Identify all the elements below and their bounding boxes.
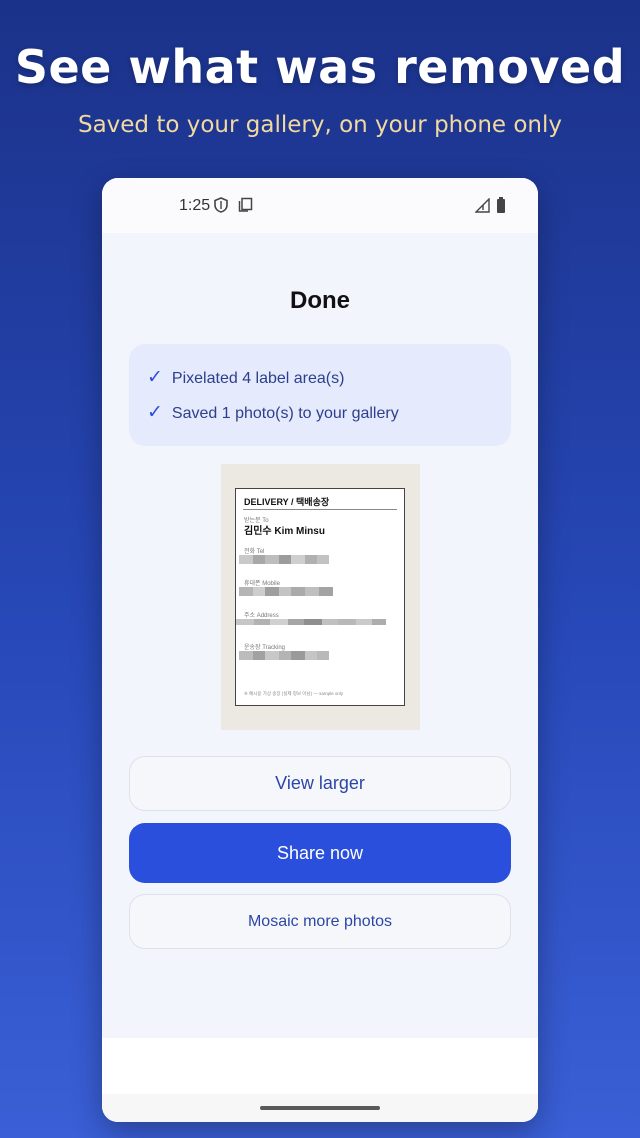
phone-frame: 1:25 Done ✓ Pixelated 4 label area(s) ✓ …: [102, 178, 538, 1122]
label-footer: ※ 예시용 가상 송장 (실제 정보 아님) — sample only: [244, 691, 344, 696]
shield-icon: [214, 197, 228, 218]
check-icon: ✓: [147, 367, 163, 388]
delivery-label: DELIVERY / 택배송장 받는분 To 김민수 Kim Minsu 전화 …: [235, 488, 405, 706]
field-label-address: 주소 Address: [244, 613, 279, 619]
status-time: 1:25: [179, 197, 211, 214]
recipient-name: 김민수 Kim Minsu: [244, 526, 325, 537]
promo-headline: See what was removed: [14, 40, 626, 94]
promo-subline: Saved to your gallery, on your phone onl…: [77, 112, 563, 138]
pixelated-area: [239, 555, 329, 564]
status-bar: 1:25: [102, 178, 538, 233]
summary-card: ✓ Pixelated 4 label area(s) ✓ Saved 1 phot…: [129, 344, 511, 446]
copy-icon: [238, 197, 253, 217]
pixelated-area: [239, 587, 333, 596]
result-preview-image[interactable]: DELIVERY / 택배송장 받는분 To 김민수 Kim Minsu 전화 …: [221, 464, 420, 730]
field-label-tracking: 운송장 Tracking: [244, 645, 286, 651]
home-gesture-handle[interactable]: [260, 1106, 380, 1110]
page-title: Done: [290, 287, 350, 314]
pixelated-area: [236, 619, 386, 625]
label-header: DELIVERY / 택배송장: [244, 497, 330, 507]
summary-item: ✓ Pixelated 4 label area(s): [147, 367, 345, 388]
mosaic-more-photos-button[interactable]: Mosaic more photos: [129, 894, 511, 949]
field-label-tel: 전화 Tel: [244, 549, 265, 555]
signal-icon: [474, 197, 490, 218]
summary-item: ✓ Saved 1 photo(s) to your gallery: [147, 402, 399, 423]
navigation-bar: [102, 1094, 538, 1122]
check-icon: ✓: [147, 402, 163, 423]
share-now-button[interactable]: Share now: [129, 823, 511, 883]
done-screen: Done ✓ Pixelated 4 label area(s) ✓ Saved 1…: [102, 233, 538, 1038]
battery-icon: [496, 197, 506, 218]
field-label-mobile: 휴대폰 Mobile: [244, 581, 280, 587]
label-divider: [243, 509, 397, 510]
view-larger-button[interactable]: View larger: [129, 756, 511, 811]
pixelated-area: [239, 651, 329, 660]
